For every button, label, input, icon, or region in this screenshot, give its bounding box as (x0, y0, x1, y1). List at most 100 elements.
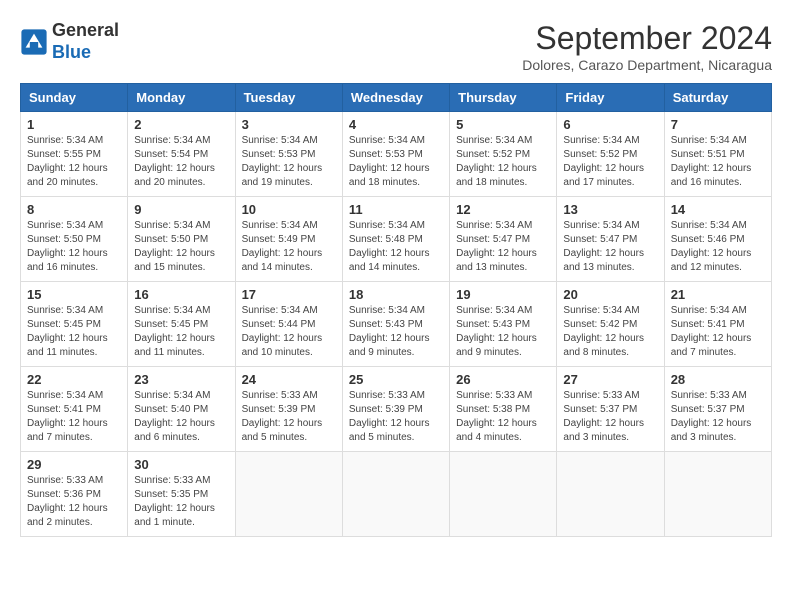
day-info: Sunrise: 5:34 AM Sunset: 5:52 PM Dayligh… (563, 134, 657, 190)
day-number: 24 (242, 372, 336, 387)
day-info: Sunrise: 5:34 AM Sunset: 5:50 PM Dayligh… (134, 219, 228, 275)
day-info: Sunrise: 5:34 AM Sunset: 5:53 PM Dayligh… (349, 134, 443, 190)
title-block: September 2024 Dolores, Carazo Departmen… (522, 20, 772, 73)
day-cell-22: 22 Sunrise: 5:34 AM Sunset: 5:41 PM Dayli… (21, 367, 128, 452)
day-info: Sunrise: 5:33 AM Sunset: 5:37 PM Dayligh… (563, 389, 657, 445)
day-number: 10 (242, 202, 336, 217)
day-number: 23 (134, 372, 228, 387)
day-cell-16: 16Sunrise: 5:34 AM Sunset: 5:45 PM Dayli… (128, 282, 235, 367)
day-cell-3: 3 Sunrise: 5:34 AM Sunset: 5:53 PM Daylig… (235, 112, 342, 197)
day-number: 8 (27, 202, 121, 217)
day-number: 25 (349, 372, 443, 387)
day-info: Sunrise: 5:34 AM Sunset: 5:46 PM Dayligh… (671, 219, 765, 275)
day-number: 15 (27, 287, 121, 302)
day-cell-29: 29 Sunrise: 5:33 AM Sunset: 5:36 PM Dayli… (21, 452, 128, 537)
day-cell-21: 21Sunrise: 5:34 AM Sunset: 5:41 PM Dayli… (664, 282, 771, 367)
day-cell-20: 20 Sunrise: 5:34 AM Sunset: 5:42 PM Dayli… (557, 282, 664, 367)
day-number: 18 (349, 287, 443, 302)
day-number: 28 (671, 372, 765, 387)
day-number: 17 (242, 287, 336, 302)
day-info: Sunrise: 5:33 AM Sunset: 5:39 PM Dayligh… (242, 389, 336, 445)
col-header-monday: Monday (128, 84, 235, 112)
day-cell-7: 7 Sunrise: 5:34 AM Sunset: 5:51 PM Daylig… (664, 112, 771, 197)
day-cell-19: 19Sunrise: 5:34 AM Sunset: 5:43 PM Dayli… (450, 282, 557, 367)
day-cell-4: 4 Sunrise: 5:34 AM Sunset: 5:53 PM Daylig… (342, 112, 449, 197)
day-cell-12: 12 Sunrise: 5:34 AM Sunset: 5:47 PM Dayli… (450, 197, 557, 282)
calendar-table: SundayMondayTuesdayWednesdayThursdayFrid… (20, 83, 772, 537)
day-info: Sunrise: 5:34 AM Sunset: 5:41 PM Dayligh… (27, 389, 121, 445)
day-info: Sunrise: 5:33 AM Sunset: 5:36 PM Dayligh… (27, 474, 121, 530)
day-number: 7 (671, 117, 765, 132)
day-info: Sunrise: 5:34 AM Sunset: 5:42 PM Dayligh… (563, 304, 657, 360)
day-cell-13: 13Sunrise: 5:34 AM Sunset: 5:47 PM Dayli… (557, 197, 664, 282)
day-number: 14 (671, 202, 765, 217)
empty-cell (342, 452, 449, 537)
week-row-2: 8 Sunrise: 5:34 AM Sunset: 5:50 PM Daylig… (21, 197, 772, 282)
day-cell-14: 14 Sunrise: 5:34 AM Sunset: 5:46 PM Dayli… (664, 197, 771, 282)
day-cell-6: 6 Sunrise: 5:34 AM Sunset: 5:52 PM Daylig… (557, 112, 664, 197)
day-info: Sunrise: 5:34 AM Sunset: 5:53 PM Dayligh… (242, 134, 336, 190)
day-number: 20 (563, 287, 657, 302)
day-number: 1 (27, 117, 121, 132)
empty-cell (557, 452, 664, 537)
day-number: 11 (349, 202, 443, 217)
location-subtitle: Dolores, Carazo Department, Nicaragua (522, 57, 772, 73)
day-number: 19 (456, 287, 550, 302)
day-cell-27: 27 Sunrise: 5:33 AM Sunset: 5:37 PM Dayli… (557, 367, 664, 452)
day-info: Sunrise: 5:34 AM Sunset: 5:48 PM Dayligh… (349, 219, 443, 275)
empty-cell (235, 452, 342, 537)
day-info: Sunrise: 5:34 AM Sunset: 5:44 PM Dayligh… (242, 304, 336, 360)
day-info: Sunrise: 5:34 AM Sunset: 5:47 PM Dayligh… (456, 219, 550, 275)
logo-general-text: General (52, 20, 119, 42)
day-info: Sunrise: 5:34 AM Sunset: 5:47 PM Dayligh… (563, 219, 657, 275)
col-header-saturday: Saturday (664, 84, 771, 112)
day-info: Sunrise: 5:34 AM Sunset: 5:52 PM Dayligh… (456, 134, 550, 190)
week-row-1: 1 Sunrise: 5:34 AM Sunset: 5:55 PM Daylig… (21, 112, 772, 197)
day-cell-23: 23 Sunrise: 5:34 AM Sunset: 5:40 PM Dayli… (128, 367, 235, 452)
day-cell-18: 18 Sunrise: 5:34 AM Sunset: 5:43 PM Dayli… (342, 282, 449, 367)
col-header-sunday: Sunday (21, 84, 128, 112)
day-number: 22 (27, 372, 121, 387)
day-cell-8: 8Sunrise: 5:34 AM Sunset: 5:50 PM Daylig… (21, 197, 128, 282)
day-cell-5: 5 Sunrise: 5:34 AM Sunset: 5:52 PM Daylig… (450, 112, 557, 197)
day-number: 4 (349, 117, 443, 132)
day-info: Sunrise: 5:33 AM Sunset: 5:37 PM Dayligh… (671, 389, 765, 445)
day-cell-11: 11 Sunrise: 5:34 AM Sunset: 5:48 PM Dayli… (342, 197, 449, 282)
day-number: 26 (456, 372, 550, 387)
day-cell-10: 10 Sunrise: 5:34 AM Sunset: 5:49 PM Dayli… (235, 197, 342, 282)
day-info: Sunrise: 5:34 AM Sunset: 5:49 PM Dayligh… (242, 219, 336, 275)
day-cell-26: 26Sunrise: 5:33 AM Sunset: 5:38 PM Dayli… (450, 367, 557, 452)
day-number: 29 (27, 457, 121, 472)
empty-cell (664, 452, 771, 537)
day-cell-17: 17 Sunrise: 5:34 AM Sunset: 5:44 PM Dayli… (235, 282, 342, 367)
day-info: Sunrise: 5:34 AM Sunset: 5:40 PM Dayligh… (134, 389, 228, 445)
day-info: Sunrise: 5:34 AM Sunset: 5:55 PM Dayligh… (27, 134, 121, 190)
day-number: 6 (563, 117, 657, 132)
day-cell-15: 15 Sunrise: 5:34 AM Sunset: 5:45 PM Dayli… (21, 282, 128, 367)
col-header-thursday: Thursday (450, 84, 557, 112)
day-number: 21 (671, 287, 765, 302)
day-number: 9 (134, 202, 228, 217)
day-cell-28: 28 Sunrise: 5:33 AM Sunset: 5:37 PM Dayli… (664, 367, 771, 452)
logo: General Blue (20, 20, 119, 63)
day-info: Sunrise: 5:34 AM Sunset: 5:45 PM Dayligh… (27, 304, 121, 360)
day-number: 27 (563, 372, 657, 387)
month-year-title: September 2024 (522, 20, 772, 57)
col-header-wednesday: Wednesday (342, 84, 449, 112)
week-row-4: 22 Sunrise: 5:34 AM Sunset: 5:41 PM Dayli… (21, 367, 772, 452)
day-info: Sunrise: 5:34 AM Sunset: 5:43 PM Dayligh… (349, 304, 443, 360)
logo-blue-text: Blue (52, 42, 119, 64)
day-number: 3 (242, 117, 336, 132)
day-cell-1: 1 Sunrise: 5:34 AM Sunset: 5:55 PM Daylig… (21, 112, 128, 197)
logo-icon (20, 28, 48, 56)
week-row-5: 29 Sunrise: 5:33 AM Sunset: 5:36 PM Dayli… (21, 452, 772, 537)
day-cell-30: 30Sunrise: 5:33 AM Sunset: 5:35 PM Dayli… (128, 452, 235, 537)
day-number: 12 (456, 202, 550, 217)
empty-cell (450, 452, 557, 537)
day-number: 30 (134, 457, 228, 472)
day-info: Sunrise: 5:34 AM Sunset: 5:45 PM Dayligh… (134, 304, 228, 360)
day-number: 5 (456, 117, 550, 132)
col-header-friday: Friday (557, 84, 664, 112)
day-info: Sunrise: 5:34 AM Sunset: 5:51 PM Dayligh… (671, 134, 765, 190)
day-number: 2 (134, 117, 228, 132)
